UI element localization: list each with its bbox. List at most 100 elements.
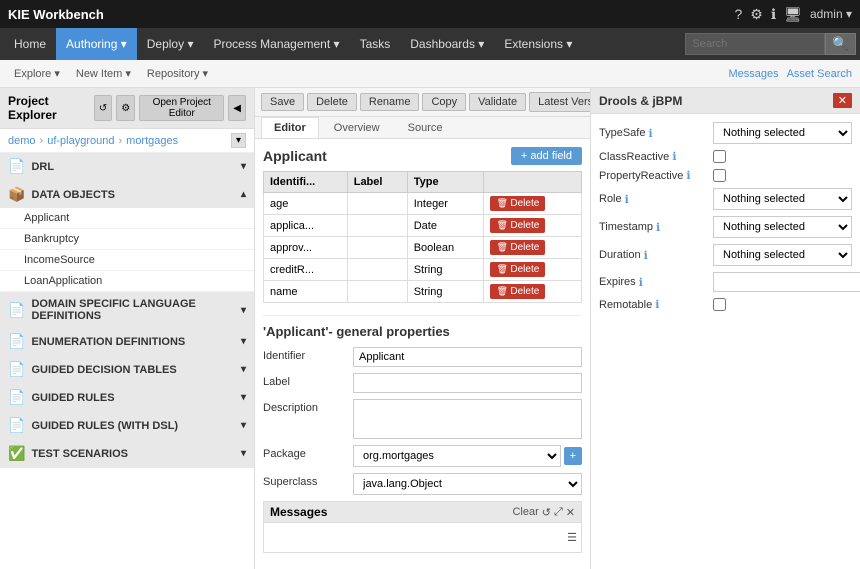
sidebar-item-bankruptcy[interactable]: Bankruptcy bbox=[0, 229, 254, 250]
gear-icon[interactable]: ⚙ bbox=[750, 6, 763, 23]
copy-button[interactable]: Copy bbox=[422, 93, 466, 111]
nav-extensions[interactable]: Extensions ▾ bbox=[494, 28, 582, 60]
messages-expand-btn[interactable]: ⤢ bbox=[554, 506, 563, 519]
new-item-menu[interactable]: New Item ▾ bbox=[70, 65, 137, 82]
classreactive-label: ClassReactive ℹ bbox=[599, 150, 709, 163]
role-info-icon[interactable]: ℹ bbox=[625, 193, 629, 206]
sidebar-refresh-btn[interactable]: ↺ bbox=[94, 95, 112, 121]
drl-label: DRL bbox=[31, 161, 54, 173]
editor-tabs: Editor Overview Source bbox=[255, 117, 590, 139]
description-textarea[interactable] bbox=[353, 399, 582, 439]
sidebar-section-enum-header[interactable]: 📄 ENUMERATION DEFINITIONS ▾ bbox=[0, 328, 254, 355]
dsl-label: DOMAIN SPECIFIC LANGUAGE DEFINITIONS bbox=[31, 298, 235, 322]
tab-editor[interactable]: Editor bbox=[261, 117, 319, 138]
validate-button[interactable]: Validate bbox=[469, 93, 526, 111]
sidebar-section-dsl-header[interactable]: 📄 DOMAIN SPECIFIC LANGUAGE DEFINITIONS ▾ bbox=[0, 293, 254, 327]
sidebar-config-btn[interactable]: ⚙ bbox=[116, 95, 135, 121]
propertyreactive-checkbox[interactable] bbox=[713, 169, 726, 182]
messages-close-btn[interactable]: ✕ bbox=[566, 506, 575, 519]
typesafe-info-icon[interactable]: ℹ bbox=[648, 127, 652, 140]
expires-input[interactable] bbox=[713, 272, 860, 292]
messages-link[interactable]: Messages bbox=[728, 68, 778, 80]
timestamp-info-icon[interactable]: ℹ bbox=[656, 221, 660, 234]
expires-info-icon[interactable]: ℹ bbox=[639, 276, 643, 289]
messages-section: Messages Clear ↺ ⤢ ✕ ☰ bbox=[263, 501, 582, 553]
typesafe-select[interactable]: Nothing selected bbox=[713, 122, 852, 144]
duration-info-icon[interactable]: ℹ bbox=[644, 249, 648, 262]
table-row: applica... Date Delete bbox=[264, 215, 582, 237]
label-field-label: Label bbox=[263, 373, 353, 388]
classreactive-info-icon[interactable]: ℹ bbox=[672, 150, 676, 163]
open-project-btn[interactable]: Open Project Editor bbox=[139, 95, 224, 121]
remotable-checkbox[interactable] bbox=[713, 298, 726, 311]
info-icon[interactable]: ℹ bbox=[771, 6, 776, 23]
nav-deploy[interactable]: Deploy ▾ bbox=[137, 28, 204, 60]
sidebar-item-incomesource[interactable]: IncomeSource bbox=[0, 250, 254, 271]
search-input[interactable] bbox=[685, 33, 825, 55]
delete-age-btn[interactable]: Delete bbox=[490, 196, 545, 211]
sidebar-section-data-objects: 📦 DATA OBJECTS ▴ Applicant Bankruptcy In… bbox=[0, 181, 254, 293]
add-field-button[interactable]: add field bbox=[511, 147, 582, 165]
timestamp-select[interactable]: Nothing selected bbox=[713, 216, 852, 238]
prop-role: Role ℹ Nothing selected bbox=[599, 188, 852, 210]
repository-menu[interactable]: Repository ▾ bbox=[141, 65, 214, 82]
identifier-input[interactable] bbox=[353, 347, 582, 367]
right-panel-close-btn[interactable]: ✕ bbox=[833, 93, 852, 108]
breadcrumb-playground[interactable]: uf-playground bbox=[47, 135, 114, 147]
delete-credit-btn[interactable]: Delete bbox=[490, 262, 545, 277]
save-button[interactable]: Save bbox=[261, 93, 304, 111]
propertyreactive-info-icon[interactable]: ℹ bbox=[686, 169, 690, 182]
delete-button[interactable]: Delete bbox=[307, 93, 357, 111]
superclass-select[interactable]: java.lang.Object bbox=[353, 473, 582, 495]
sidebar-section-gr: 📄 GUIDED RULES ▾ bbox=[0, 384, 254, 412]
delete-name-btn[interactable]: Delete bbox=[490, 284, 545, 299]
breadcrumb-mortgages[interactable]: mortgages bbox=[126, 135, 178, 147]
nav-home[interactable]: Home bbox=[4, 28, 56, 60]
duration-select[interactable]: Nothing selected bbox=[713, 244, 852, 266]
messages-clear-btn[interactable]: Clear bbox=[512, 506, 538, 519]
nav-tasks[interactable]: Tasks bbox=[350, 28, 401, 60]
sidebar-section-gr-header[interactable]: 📄 GUIDED RULES ▾ bbox=[0, 384, 254, 411]
sidebar-section-ts-header[interactable]: ✅ TEST SCENARIOS ▾ bbox=[0, 440, 254, 467]
role-select[interactable]: Nothing selected bbox=[713, 188, 852, 210]
nav-process-management[interactable]: Process Management ▾ bbox=[203, 28, 349, 60]
label-input[interactable] bbox=[353, 373, 582, 393]
package-select[interactable]: org.mortgages bbox=[353, 445, 561, 467]
sidebar-section-gdt-header[interactable]: 📄 GUIDED DECISION TABLES ▾ bbox=[0, 356, 254, 383]
sidebar-collapse-btn[interactable]: ◀ bbox=[228, 95, 246, 121]
admin-menu[interactable]: admin ▾ bbox=[810, 7, 852, 21]
messages-list-icon[interactable]: ☰ bbox=[567, 531, 577, 544]
breadcrumb: demo › uf-playground › mortgages ▾ bbox=[0, 129, 254, 153]
editor-toolbar: Save Delete Rename Copy Validate Latest … bbox=[255, 88, 590, 117]
version-select[interactable]: Latest Version bbox=[529, 92, 590, 112]
superclass-label: Superclass bbox=[263, 473, 353, 488]
nav-dashboards[interactable]: Dashboards ▾ bbox=[400, 28, 494, 60]
nav-authoring[interactable]: Authoring ▾ bbox=[56, 28, 137, 60]
row-id: age bbox=[264, 193, 348, 215]
propertyreactive-label: PropertyReactive ℹ bbox=[599, 169, 709, 182]
sidebar-item-applicant[interactable]: Applicant bbox=[0, 208, 254, 229]
tab-source[interactable]: Source bbox=[395, 117, 456, 138]
delete-approv-btn[interactable]: Delete bbox=[490, 240, 545, 255]
remotable-info-icon[interactable]: ℹ bbox=[655, 298, 659, 311]
data-objects-content: Applicant Bankruptcy IncomeSource LoanAp… bbox=[0, 208, 254, 292]
monitor-icon[interactable]: 🖥 bbox=[784, 6, 802, 23]
sidebar-item-loanapplication[interactable]: LoanApplication bbox=[0, 271, 254, 292]
sidebar-section-drl-header[interactable]: 📄 DRL ▾ bbox=[0, 153, 254, 180]
help-icon[interactable]: ? bbox=[734, 6, 742, 22]
breadcrumb-collapse-btn[interactable]: ▾ bbox=[231, 133, 246, 148]
package-label: Package bbox=[263, 445, 353, 460]
breadcrumb-demo[interactable]: demo bbox=[8, 135, 36, 147]
sidebar-section-grdsl-header[interactable]: 📄 GUIDED RULES (WITH DSL) ▾ bbox=[0, 412, 254, 439]
tab-overview[interactable]: Overview bbox=[321, 117, 393, 138]
search-button[interactable]: 🔍 bbox=[825, 33, 856, 55]
classreactive-checkbox[interactable] bbox=[713, 150, 726, 163]
delete-applica-btn[interactable]: Delete bbox=[490, 218, 545, 233]
package-add-btn[interactable]: + bbox=[564, 447, 582, 465]
explore-menu[interactable]: Explore ▾ bbox=[8, 65, 66, 82]
sidebar-section-enum: 📄 ENUMERATION DEFINITIONS ▾ bbox=[0, 328, 254, 356]
asset-search-link[interactable]: Asset Search bbox=[787, 68, 852, 80]
messages-refresh-btn[interactable]: ↺ bbox=[542, 506, 551, 519]
sidebar-section-data-objects-header[interactable]: 📦 DATA OBJECTS ▴ bbox=[0, 181, 254, 208]
rename-button[interactable]: Rename bbox=[360, 93, 420, 111]
